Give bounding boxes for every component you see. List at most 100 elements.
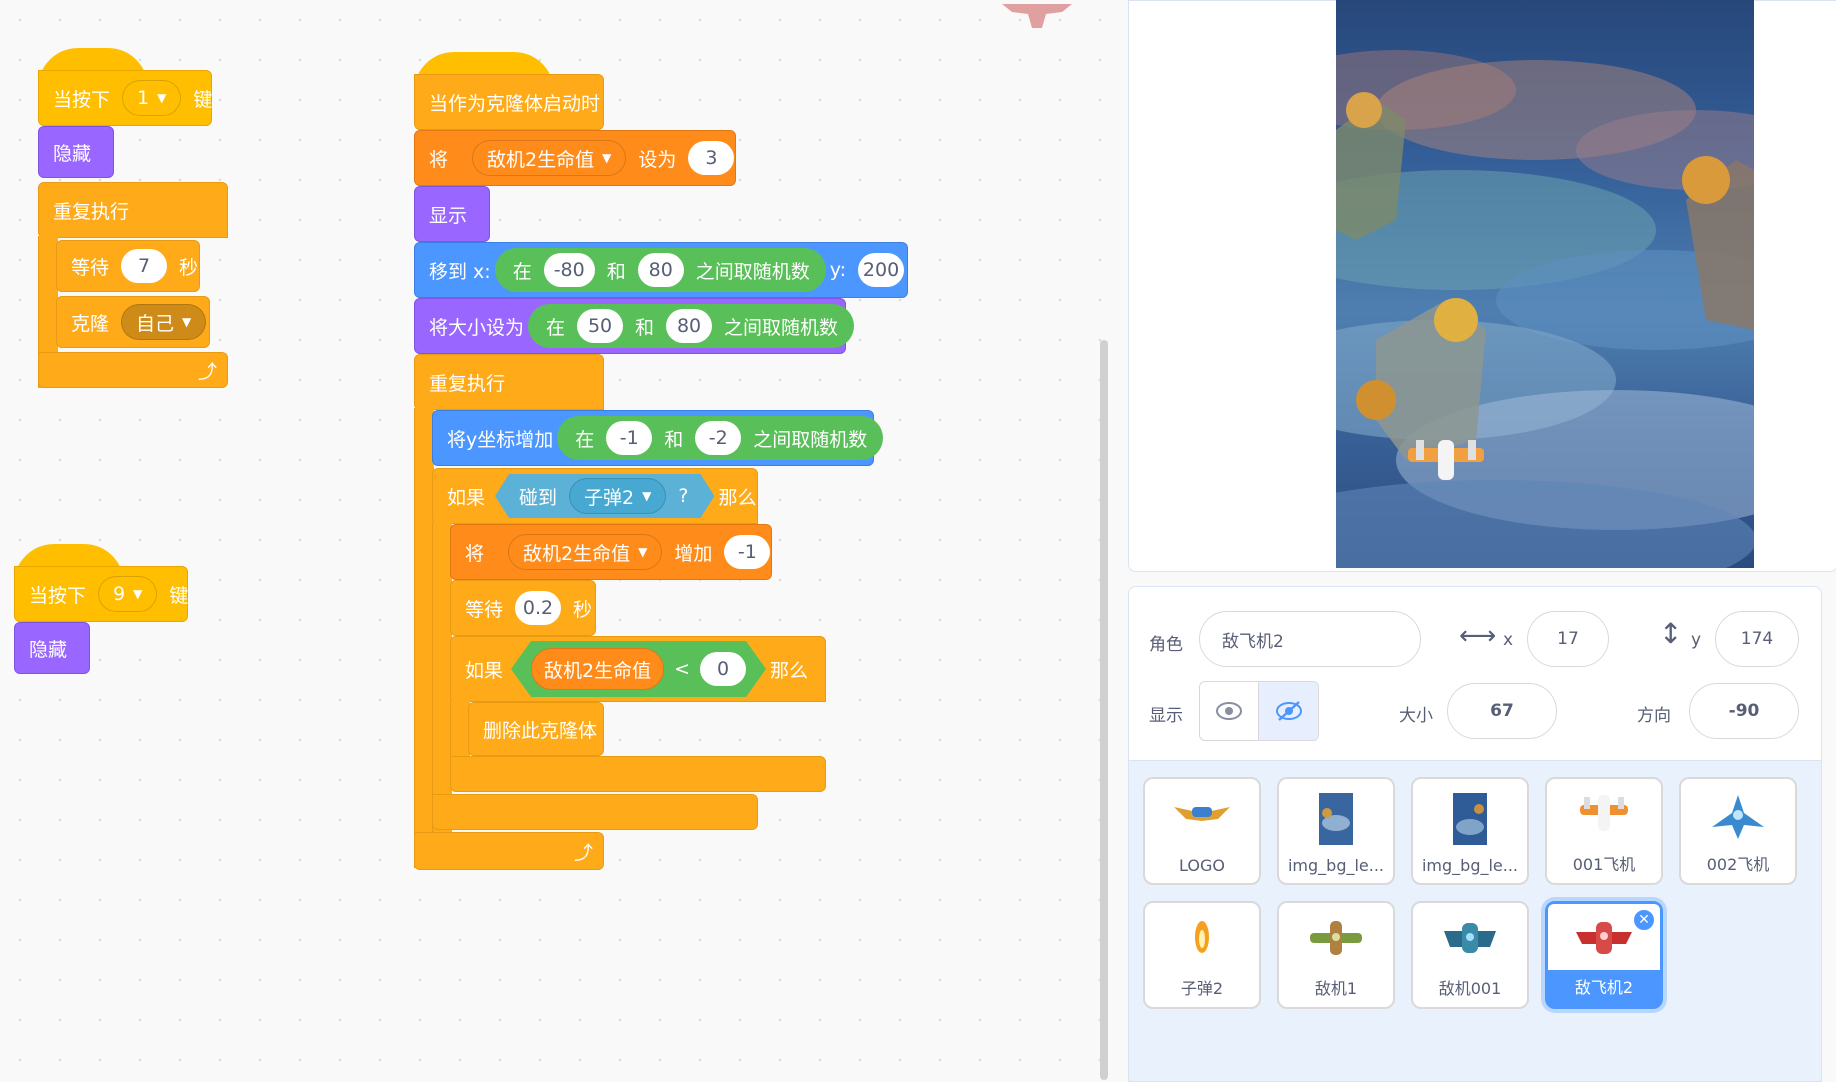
- hide-block[interactable]: 隐藏: [14, 622, 90, 674]
- less-than-operator[interactable]: 敌机2生命值 < 0: [511, 641, 766, 697]
- chevron-down-icon: ▼: [182, 315, 192, 329]
- operator-symbol: <: [674, 658, 691, 680]
- sprite-card-enemy-plane2[interactable]: ✕ 敌飞机2: [1545, 901, 1663, 1009]
- if-bottom: [450, 756, 826, 792]
- stage-canvas[interactable]: [1336, 0, 1754, 568]
- block-label: 和: [635, 316, 655, 339]
- key-dropdown[interactable]: 1 ▼: [122, 80, 182, 116]
- sprite-card-bg2[interactable]: img_bg_le...: [1411, 777, 1529, 885]
- sprite-card-bg1[interactable]: img_bg_le...: [1277, 777, 1395, 885]
- vertical-arrows-icon: ↕: [1659, 617, 1683, 650]
- block-label: 将: [465, 542, 485, 565]
- change-y-block[interactable]: 将y坐标增加 在 -1 和 -2 之间取随机数: [432, 410, 884, 466]
- variable-reporter[interactable]: 敌机2生命值: [531, 648, 664, 690]
- sprite-card-plane001[interactable]: 001飞机: [1545, 777, 1663, 885]
- sprite-card-enemy1[interactable]: 敌机1: [1277, 901, 1395, 1009]
- sprite-name: LOGO: [1179, 856, 1225, 875]
- forever-bottom: ⤴: [414, 832, 604, 870]
- bullet-flame-icon: [1195, 921, 1209, 953]
- hide-block[interactable]: 隐藏: [38, 126, 114, 178]
- x-input[interactable]: 17: [1527, 611, 1609, 667]
- background-thumb-icon: [1453, 793, 1487, 845]
- horizontal-arrows-icon: ⟷: [1459, 621, 1497, 651]
- eye-icon: [1216, 702, 1242, 720]
- block-label: 当按下: [53, 88, 111, 111]
- code-scrollbar[interactable]: [1100, 340, 1108, 1080]
- variable-dropdown[interactable]: 敌机2生命值 ▼: [472, 140, 627, 176]
- block-label: 在: [512, 260, 532, 283]
- set-variable-block[interactable]: 将 敌机2生命值 ▼ 设为 3: [414, 130, 736, 186]
- y-input[interactable]: 174: [1715, 611, 1799, 667]
- if-less-than-block[interactable]: 如果 敌机2生命值 < 0 那么: [450, 636, 826, 702]
- if-touching-block[interactable]: 如果 碰到 子弹2 ▼ ? 那么: [432, 468, 758, 524]
- direction-input[interactable]: -90: [1689, 683, 1799, 739]
- clone-target-dropdown[interactable]: 自己 ▼: [121, 304, 207, 340]
- sprite-name-input[interactable]: 敌飞机2: [1199, 611, 1421, 667]
- variable-dropdown[interactable]: 敌机2生命值 ▼: [508, 534, 663, 570]
- block-label: y:: [829, 259, 847, 281]
- block-label: 将: [429, 148, 449, 171]
- visibility-toggle[interactable]: [1199, 681, 1319, 741]
- pick-random-reporter[interactable]: 在 50 和 80 之间取随机数: [528, 304, 855, 348]
- touching-sensor[interactable]: 碰到 子弹2 ▼ ?: [495, 474, 714, 518]
- compare-value-input[interactable]: 0: [700, 652, 746, 686]
- size-input[interactable]: 67: [1447, 683, 1557, 739]
- direction-label: 方向: [1637, 706, 1671, 726]
- block-label: 那么: [770, 659, 809, 682]
- block-label: 键: [169, 584, 189, 607]
- change-variable-block[interactable]: 将 敌机2生命值 ▼ 增加 -1: [450, 524, 772, 580]
- wait-block[interactable]: 等待 7 秒: [56, 240, 200, 292]
- show-sprite-button[interactable]: [1200, 682, 1259, 740]
- close-icon: ✕: [1638, 912, 1650, 928]
- key-dropdown[interactable]: 9 ▼: [98, 576, 158, 612]
- sprite-card-enemy001[interactable]: 敌机001: [1411, 901, 1529, 1009]
- chevron-down-icon: ▼: [642, 489, 652, 503]
- hide-sprite-button[interactable]: [1259, 682, 1318, 740]
- random-from-input[interactable]: 50: [577, 309, 624, 343]
- when-key-pressed-block[interactable]: 当按下 1 ▼ 键: [38, 70, 212, 126]
- wait-seconds-input[interactable]: 7: [121, 249, 168, 283]
- touch-target-value: 子弹2: [584, 486, 635, 509]
- go-to-xy-block[interactable]: 移到 x: 在 -80 和 80 之间取随机数 y: 200: [414, 242, 908, 298]
- sprite-card-plane002[interactable]: 002飞机: [1679, 777, 1797, 885]
- set-value-input[interactable]: 3: [688, 141, 735, 175]
- y-input[interactable]: 200: [858, 253, 905, 287]
- block-label: 增加: [674, 542, 713, 565]
- sprite-preview-icon: [1002, 4, 1072, 28]
- x-label: x: [1503, 630, 1514, 650]
- wait-seconds-input[interactable]: 0.2: [515, 591, 562, 625]
- change-value-input[interactable]: -1: [724, 535, 771, 569]
- show-label: 显示: [1149, 706, 1183, 726]
- when-key-pressed-block[interactable]: 当按下 9 ▼ 键: [14, 566, 188, 622]
- sprite-card-bullet2[interactable]: 子弹2: [1143, 901, 1261, 1009]
- pick-random-reporter[interactable]: 在 -80 和 80 之间取随机数: [494, 248, 826, 292]
- forever-block[interactable]: 重复执行: [414, 354, 604, 410]
- touch-target-dropdown[interactable]: 子弹2 ▼: [569, 478, 666, 514]
- random-from-input[interactable]: -1: [606, 421, 653, 455]
- enemy-green-plane-icon: [1310, 921, 1362, 955]
- block-label: 当按下: [29, 584, 87, 607]
- sprite-card-logo[interactable]: LOGO: [1143, 777, 1261, 885]
- sprite-name: 子弹2: [1180, 979, 1224, 998]
- pick-random-reporter[interactable]: 在 -1 和 -2 之间取随机数: [557, 416, 884, 460]
- create-clone-block[interactable]: 克隆 自己 ▼: [56, 296, 210, 348]
- delete-clone-block[interactable]: 删除此克隆体: [468, 702, 604, 756]
- chevron-down-icon: ▼: [133, 587, 143, 601]
- key-value: 1: [137, 87, 150, 109]
- show-block[interactable]: 显示: [414, 186, 490, 242]
- block-label: ?: [678, 485, 689, 507]
- chevron-down-icon: ▼: [638, 545, 648, 559]
- random-from-input[interactable]: -80: [543, 253, 595, 287]
- random-to-input[interactable]: 80: [666, 309, 713, 343]
- wait-block[interactable]: 等待 0.2 秒: [450, 580, 596, 636]
- sprite-list: LOGO img_bg_le... img_bg_le... 001飞机 002…: [1128, 760, 1822, 1082]
- clone-target-value: 自己: [136, 312, 175, 335]
- set-size-block[interactable]: 将大小设为 在 50 和 80 之间取随机数: [414, 298, 855, 354]
- code-area[interactable]: 当按下 1 ▼ 键 隐藏 重复执行 等待 7 秒 克隆 自己 ▼ ⤴ 当按下 9 ▼ …: [0, 0, 1110, 1080]
- block-label: 碰到: [519, 486, 558, 509]
- delete-sprite-button[interactable]: ✕: [1632, 908, 1656, 932]
- random-to-input[interactable]: -2: [695, 421, 742, 455]
- random-to-input[interactable]: 80: [637, 253, 684, 287]
- forever-block[interactable]: 重复执行: [38, 182, 228, 238]
- when-clone-starts-block[interactable]: 当作为克隆体启动时: [414, 74, 604, 130]
